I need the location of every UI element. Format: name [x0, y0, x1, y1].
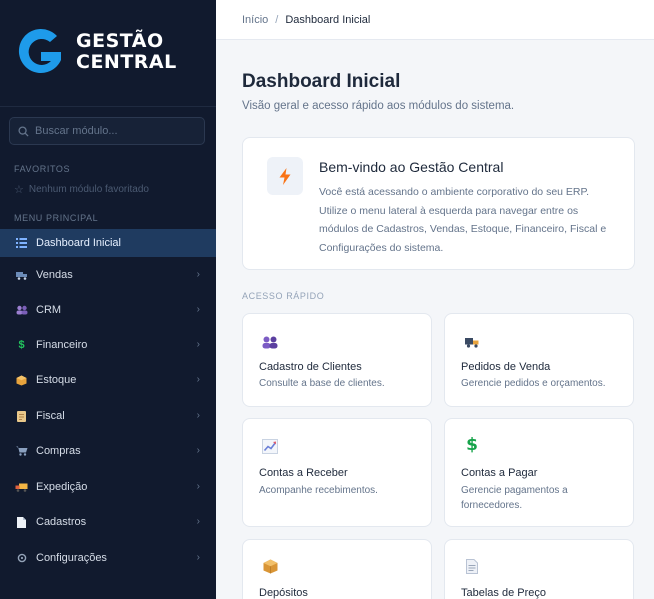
card-description: Acompanhe recebimentos.: [259, 485, 378, 496]
sidebar-item-label: Fiscal: [36, 410, 65, 422]
chevron-right-icon: ›: [196, 269, 200, 280]
card-title: Contas a Pagar: [461, 467, 538, 479]
users-icon: [15, 304, 28, 317]
sidebar-item-label: Cadastros: [36, 516, 87, 528]
quick-card-tabelas[interactable]: Tabelas de Preço: [444, 539, 634, 599]
quick-card-pedidos[interactable]: Pedidos de Venda Gerencie pedidos e orça…: [444, 313, 634, 407]
sidebar-item-label: Financeiro: [36, 339, 88, 351]
card-title: Contas a Receber: [259, 467, 348, 479]
search-input[interactable]: [35, 125, 195, 137]
chevron-right-icon: ›: [196, 304, 200, 315]
sidebar-item-label: Expedição: [36, 481, 88, 493]
box-icon: [260, 557, 280, 575]
chevron-right-icon: ›: [196, 481, 200, 492]
file-icon: [15, 516, 28, 529]
sidebar-item-cadastros[interactable]: Cadastros ›: [0, 508, 216, 536]
welcome-card: Bem-vindo ao Gestão Central Você está ac…: [242, 137, 635, 270]
sidebar-item-fiscal[interactable]: Fiscal ›: [0, 402, 216, 430]
logo-g-icon: [18, 29, 61, 74]
page-title: Dashboard Inicial: [242, 71, 401, 92]
breadcrumb-home[interactable]: Início: [242, 14, 268, 26]
sidebar-item-compras[interactable]: Compras ›: [0, 437, 216, 465]
sidebar-item-expedicao[interactable]: Expedição ›: [0, 473, 216, 501]
brand-line2: CENTRAL: [76, 51, 177, 73]
chevron-right-icon: ›: [196, 445, 200, 456]
sidebar-item-label: Compras: [36, 445, 81, 457]
truck-icon: [462, 333, 482, 351]
quick-access-label: ACESSO RÁPIDO: [242, 291, 325, 301]
chevron-right-icon: ›: [196, 339, 200, 350]
sidebar-item-label: Configurações: [36, 552, 107, 564]
quick-card-depositos[interactable]: Depósitos: [242, 539, 432, 599]
favorites-empty-text: Nenhum módulo favoritado: [28, 184, 149, 195]
sidebar-item-label: Dashboard Inicial: [36, 237, 121, 249]
chevron-right-icon: ›: [196, 516, 200, 527]
card-title: Cadastro de Clientes: [259, 361, 362, 373]
card-description: Consulte a base de clientes.: [259, 378, 385, 389]
card-description: Gerencie pagamentos a fornecedores.: [461, 485, 568, 511]
card-title: Pedidos de Venda: [461, 361, 551, 373]
breadcrumb-current: Dashboard Inicial: [285, 13, 371, 26]
breadcrumb: Início / Dashboard Inicial: [216, 0, 654, 40]
quick-card-pagar[interactable]: $ Contas a Pagar Gerencie pagamentos a f…: [444, 418, 634, 527]
sidebar-item-dashboard[interactable]: Dashboard Inicial: [0, 229, 216, 257]
dollar-icon: $: [466, 435, 478, 455]
sidebar-item-crm[interactable]: CRM ›: [0, 296, 216, 324]
truck-icon: [15, 269, 28, 282]
search-icon: [18, 125, 29, 137]
favorites-empty: ☆ Nenhum módulo favoritado: [14, 183, 149, 196]
card-title: Depósitos: [259, 587, 308, 599]
chevron-right-icon: ›: [196, 552, 200, 563]
brand-name: GESTÃO CENTRAL: [76, 31, 177, 73]
list-icon: [15, 237, 28, 250]
sidebar-item-label: Vendas: [36, 269, 73, 281]
page-subtitle: Visão geral e acesso rápido aos módulos …: [242, 100, 515, 112]
document-icon: [15, 410, 28, 423]
quick-card-receber[interactable]: Contas a Receber Acompanhe recebimentos.: [242, 418, 432, 527]
dollar-icon: $: [18, 339, 25, 351]
chevron-right-icon: ›: [196, 374, 200, 385]
sidebar-item-financeiro[interactable]: $ Financeiro ›: [0, 331, 216, 359]
welcome-title: Bem-vindo ao Gestão Central: [319, 159, 504, 175]
delivery-truck-icon: [15, 481, 28, 494]
breadcrumb-separator: /: [275, 13, 279, 26]
card-description: Gerencie pedidos e orçamentos.: [461, 378, 606, 389]
document-icon: [462, 557, 482, 575]
sidebar-item-vendas[interactable]: Vendas ›: [0, 261, 216, 289]
quick-card-clientes[interactable]: Cadastro de Clientes Consulte a base de …: [242, 313, 432, 407]
sidebar-item-estoque[interactable]: Estoque ›: [0, 366, 216, 394]
sidebar-divider: [0, 106, 216, 107]
cart-icon: [15, 445, 28, 458]
favorites-label: FAVORITOS: [14, 164, 71, 174]
brand-logo[interactable]: GESTÃO CENTRAL: [14, 22, 204, 82]
welcome-text: Você está acessando o ambiente corporati…: [319, 186, 607, 254]
gear-icon: [15, 552, 28, 565]
sidebar-item-label: CRM: [36, 304, 62, 316]
box-icon: [15, 374, 28, 387]
sidebar: GESTÃO CENTRAL FAVORITOS ☆ Nenhum módulo…: [0, 0, 216, 599]
card-title: Tabelas de Preço: [461, 587, 546, 599]
module-search[interactable]: [9, 117, 205, 145]
star-icon: ☆: [14, 184, 24, 196]
chevron-right-icon: ›: [196, 410, 200, 421]
users-icon: [260, 333, 280, 351]
sidebar-item-configuracoes[interactable]: Configurações ›: [0, 544, 216, 572]
sidebar-item-label: Estoque: [36, 374, 77, 386]
lightning-icon: [267, 157, 303, 195]
brand-line1: GESTÃO: [76, 30, 164, 52]
chart-up-icon: [260, 437, 280, 455]
main-menu-label: MENU PRINCIPAL: [14, 213, 99, 223]
